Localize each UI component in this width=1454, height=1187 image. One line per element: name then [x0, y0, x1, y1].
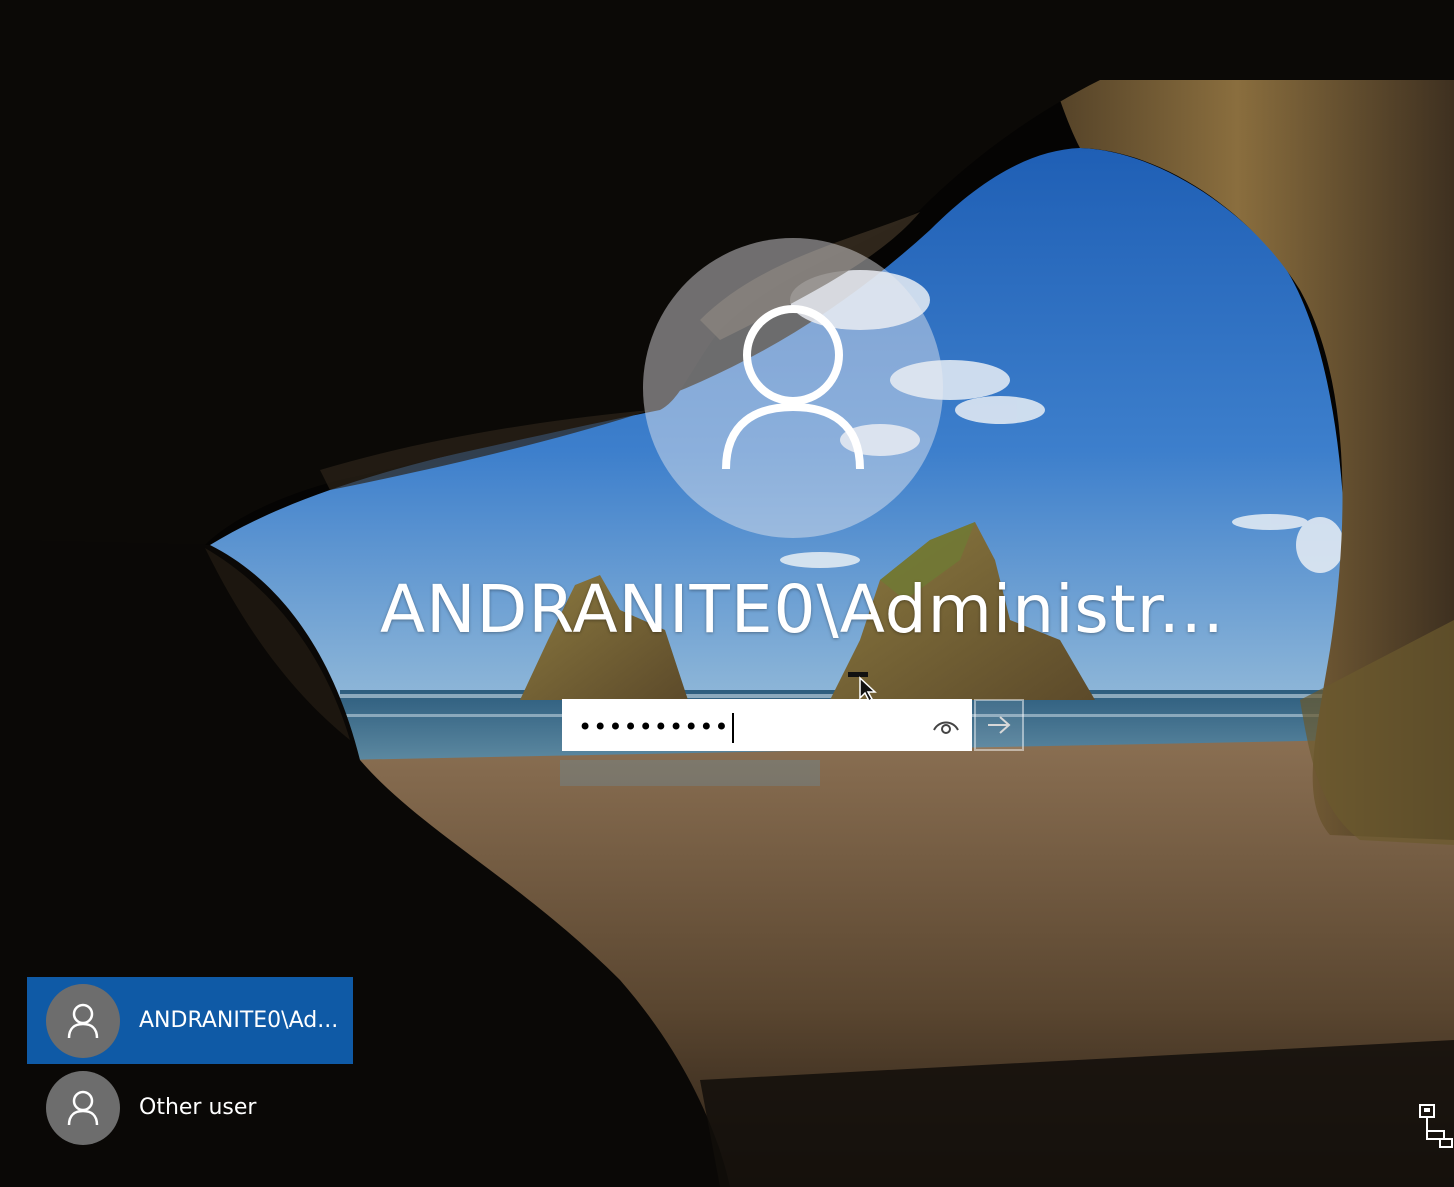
username-title: ANDRANITE0\Administr...: [380, 571, 1225, 648]
arrow-right-icon: [988, 716, 1011, 734]
password-value: ••••••••••: [578, 709, 734, 745]
password-mask: ••••••••••: [578, 713, 730, 741]
password-field[interactable]: ••••••••••: [562, 699, 972, 751]
mouse-cursor-icon: [848, 672, 877, 702]
network-icon[interactable]: [1414, 1101, 1454, 1149]
user-tile-label: Other user: [139, 1095, 257, 1120]
submit-button[interactable]: [974, 699, 1024, 751]
user-icon: [67, 1003, 99, 1038]
text-caret: [731, 713, 734, 743]
user-switcher-list: ANDRANITE0\Ad... Other user: [27, 977, 353, 1151]
user-tile-administrator[interactable]: ANDRANITE0\Ad...: [27, 977, 353, 1064]
user-icon: [722, 305, 864, 470]
user-tile-other-user[interactable]: Other user: [27, 1064, 353, 1151]
user-tile-label: ANDRANITE0\Ad...: [139, 1008, 339, 1033]
user-icon: [67, 1090, 99, 1125]
eye-icon: [933, 721, 959, 734]
user-tile-avatar: [46, 983, 120, 1058]
password-group: ••••••••••: [562, 699, 1026, 755]
user-avatar-large: [643, 238, 943, 538]
reveal-password-button[interactable]: [930, 711, 962, 741]
user-tile-avatar: [46, 1070, 120, 1145]
